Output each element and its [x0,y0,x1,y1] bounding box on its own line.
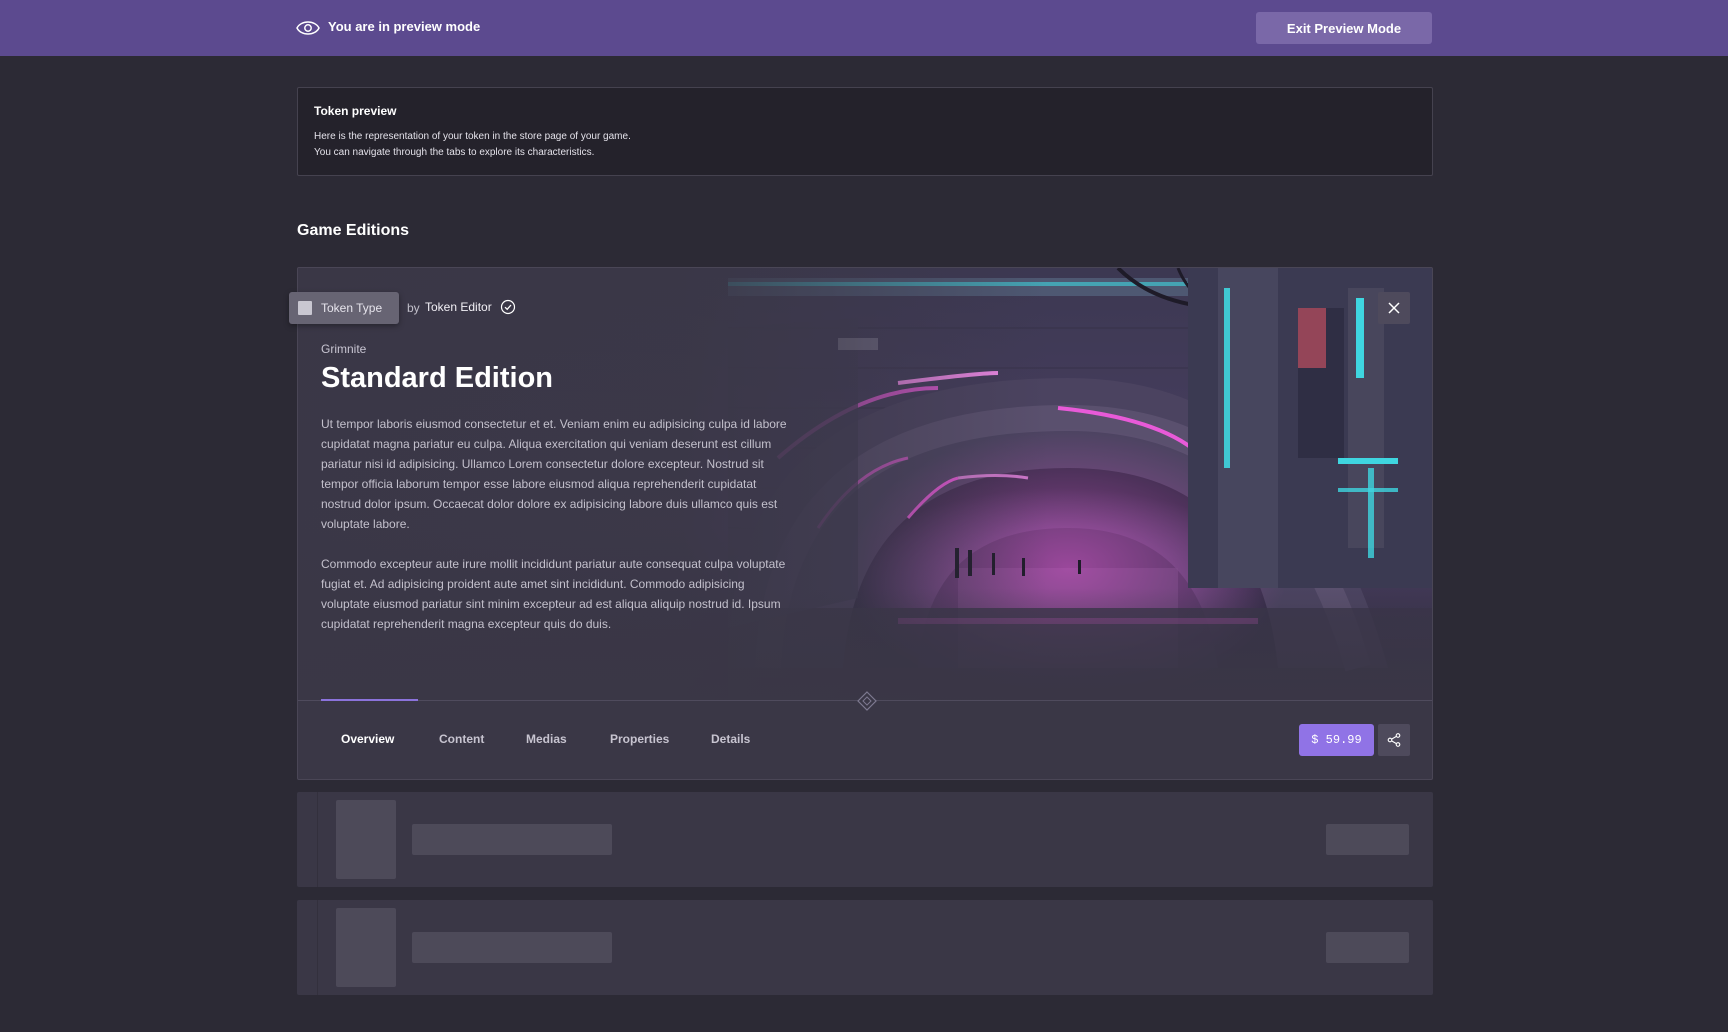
edition-description-2: Commodo excepteur aute irure mollit inci… [321,557,786,631]
info-card-line-1: Here is the representation of your token… [314,131,631,142]
preview-mode-bar: You are in preview mode Exit Preview Mod… [0,0,1728,56]
price-button[interactable]: $ 59.99 [1299,724,1374,756]
edition-title: Standard Edition [321,362,553,394]
edition-description-1: Ut tempor laboris eiusmod consectetur et… [321,417,787,531]
tab-overview[interactable]: Overview [341,732,394,746]
close-icon [1388,302,1400,314]
active-tab-indicator [321,699,418,701]
verified-check-icon [500,299,516,315]
token-type-swatch [298,301,312,315]
edition-row-skeleton [297,792,1433,887]
tab-medias[interactable]: Medias [526,732,567,746]
share-button[interactable] [1378,724,1410,756]
exit-preview-button[interactable]: Exit Preview Mode [1256,12,1432,44]
token-preview-info-card: Token preview Here is the representation… [297,87,1433,176]
author-prefix: by [407,301,420,315]
edition-row-skeleton [297,900,1433,995]
info-card-line-2: You can navigate through the tabs to exp… [314,147,595,158]
skeleton-title [412,824,612,855]
edition-card: Grimnite Standard Edition Ut tempor labo… [297,267,1433,780]
token-type-badge: Token Type [289,292,399,324]
section-title: Game Editions [297,222,410,239]
eye-icon [296,21,320,35]
share-icon [1387,733,1401,747]
skeleton-price [1326,824,1409,855]
skeleton-thumbnail [336,908,396,987]
skeleton-price [1326,932,1409,963]
token-type-label: Token Type [321,301,383,315]
skeleton-thumbnail [336,800,396,879]
skeleton-title [412,932,612,963]
author-name[interactable]: Token Editor [425,300,492,314]
game-name: Grimnite [321,342,367,356]
tab-details[interactable]: Details [711,732,750,746]
info-card-title: Token preview [314,104,397,118]
skeleton-strip [317,900,318,995]
brand-logo-icon [857,691,877,711]
close-button[interactable] [1378,292,1410,324]
tab-content[interactable]: Content [439,732,484,746]
preview-mode-message: You are in preview mode [328,19,481,34]
tab-properties[interactable]: Properties [610,732,669,746]
skeleton-strip [317,792,318,887]
